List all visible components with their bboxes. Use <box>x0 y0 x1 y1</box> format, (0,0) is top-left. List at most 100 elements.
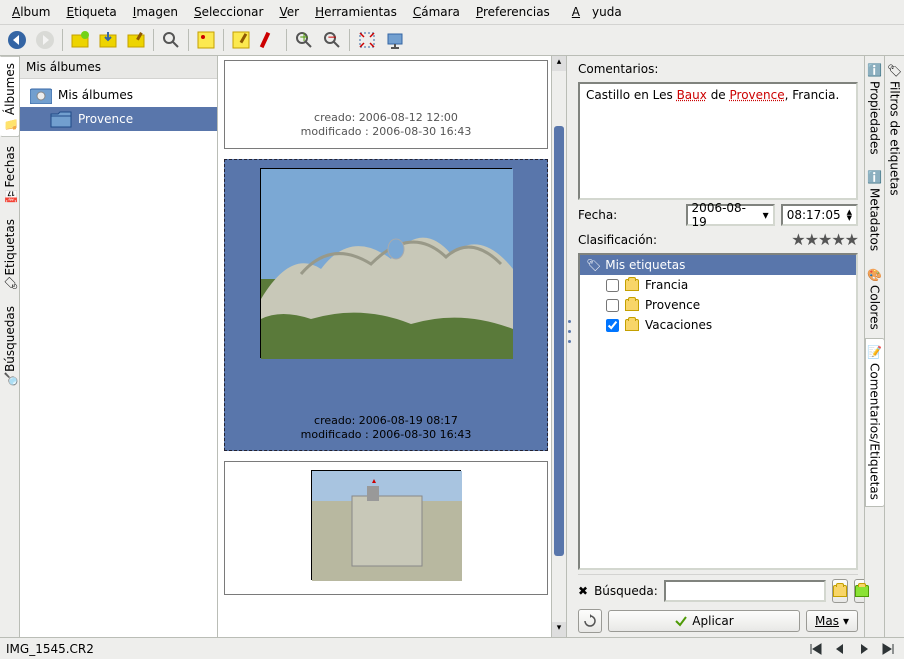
toolbar-separator <box>286 29 287 51</box>
tags-root[interactable]: 🏷 Mis etiquetas <box>580 255 856 275</box>
view-image-button[interactable] <box>193 27 219 53</box>
fullscreen-button[interactable] <box>354 27 380 53</box>
palette-icon: 🎨 <box>868 267 882 282</box>
comments-textarea[interactable]: Castillo en Les Baux de Provence, Franci… <box>578 82 858 200</box>
tag-item[interactable]: Francia <box>580 275 856 295</box>
tab-properties[interactable]: ℹ️Propiedades <box>865 56 885 161</box>
next-button[interactable] <box>854 640 874 658</box>
tag-item[interactable]: Provence <box>580 295 856 315</box>
red-eye-button[interactable] <box>256 27 282 53</box>
thumb-created: creado: 2006-08-19 08:17 <box>225 414 547 428</box>
thumb-modified: modificado : 2006-08-30 16:43 <box>225 125 547 139</box>
thumbnail-image <box>260 168 512 358</box>
tag-icon: 🏷 <box>888 63 902 78</box>
calendar-icon: 📅 <box>4 191 16 203</box>
menu-etiqueta[interactable]: Etiqueta <box>60 3 122 21</box>
thumbnail-view: creado: 2006-08-12 12:00 modificado : 20… <box>218 56 567 637</box>
scrollbar[interactable]: ▴ ▾ <box>551 56 566 637</box>
time-input[interactable]: 08:17:05▲▼ <box>781 204 858 226</box>
date-input[interactable]: 2006-08-19▾ <box>686 204 775 226</box>
import-button[interactable] <box>95 27 121 53</box>
menu-album[interactable]: Album <box>6 3 56 21</box>
edit-image-button[interactable] <box>228 27 254 53</box>
tags-tree: 🏷 Mis etiquetas Francia Provence Vacacio… <box>578 253 858 570</box>
toolbar-separator <box>188 29 189 51</box>
more-button[interactable]: Mas▾ <box>806 610 858 632</box>
scroll-thumb[interactable] <box>554 126 564 556</box>
tag-label: Vacaciones <box>645 318 712 332</box>
tab-dates[interactable]: 📅Fechas <box>0 139 20 209</box>
thumb-created: creado: 2006-08-12 12:00 <box>225 111 547 125</box>
nav-arrows <box>806 640 898 658</box>
tag-folder-icon <box>625 279 639 291</box>
tab-colors[interactable]: 🎨Colores <box>865 260 885 336</box>
scroll-up-button[interactable]: ▴ <box>552 56 566 71</box>
clear-search-icon[interactable]: ✖ <box>578 584 588 598</box>
zoom-in-button[interactable]: + <box>291 27 317 53</box>
tab-tags[interactable]: 🏷Etiquetas <box>0 212 20 298</box>
refresh-button[interactable] <box>578 609 602 633</box>
folder-icon <box>50 110 72 128</box>
tab-tag-filters[interactable]: 🏷Filtros de etiquetas <box>885 56 904 203</box>
menu-ver[interactable]: Ver <box>273 3 305 21</box>
album-tree-panel: Mis álbumes Mis álbumes Provence <box>20 56 218 637</box>
tag-checkbox[interactable] <box>606 319 619 332</box>
date-label: Fecha: <box>578 208 680 222</box>
search-button[interactable] <box>158 27 184 53</box>
albums-root-icon <box>30 86 52 104</box>
toolbar-separator <box>62 29 63 51</box>
menu-ayuda[interactable]: Ayuda <box>560 3 634 21</box>
rating-stars[interactable]: ★★★★★ <box>791 230 858 249</box>
back-button[interactable] <box>4 27 30 53</box>
statusbar: IMG_1545.CR2 <box>0 637 904 659</box>
info-icon: ℹ️ <box>868 170 882 185</box>
search-input[interactable] <box>664 580 826 602</box>
chevron-down-icon[interactable]: ▾ <box>763 208 769 222</box>
thumbnail-card[interactable]: creado: 2006-08-12 12:00 modificado : 20… <box>224 60 548 149</box>
thumbnail-card-selected[interactable]: creado: 2006-08-19 08:17 modificado : 20… <box>224 159 548 452</box>
tab-metadata[interactable]: ℹ️Metadatos <box>865 163 885 258</box>
apply-button[interactable]: Aplicar <box>608 610 800 632</box>
note-icon: 📝 <box>868 345 882 360</box>
edit-album-button[interactable] <box>123 27 149 53</box>
tag-item[interactable]: Vacaciones <box>580 315 856 335</box>
thumbnail-card[interactable] <box>224 461 548 595</box>
slideshow-button[interactable] <box>382 27 408 53</box>
menu-preferencias[interactable]: Preferencias <box>470 3 556 21</box>
main-area: 📁Álbumes 📅Fechas 🏷Etiquetas 🔍Búsquedas M… <box>0 56 904 637</box>
search-label: Búsqueda: <box>594 584 658 598</box>
left-sidebar-tabs: 📁Álbumes 📅Fechas 🏷Etiquetas 🔍Búsquedas <box>0 56 20 637</box>
scroll-down-button[interactable]: ▾ <box>552 622 566 637</box>
comments-label: Comentarios: <box>578 60 858 78</box>
tab-comments-tags[interactable]: 📝Comentarios/Etiquetas <box>865 338 885 507</box>
tag-label: Francia <box>645 278 688 292</box>
menu-camara[interactable]: Cámara <box>407 3 466 21</box>
new-album-button[interactable] <box>67 27 93 53</box>
tag-folder-icon <box>855 585 869 597</box>
prev-button[interactable] <box>830 640 850 658</box>
tree-root-label: Mis álbumes <box>58 88 133 102</box>
rating-label: Clasificación: <box>578 233 785 247</box>
tag-checkbox[interactable] <box>606 299 619 312</box>
time-spinner[interactable]: ▲▼ <box>847 209 852 221</box>
tab-searches[interactable]: 🔍Búsquedas <box>0 299 20 394</box>
info-icon: ℹ️ <box>868 63 882 78</box>
menu-herramientas[interactable]: Herramientas <box>309 3 403 21</box>
tab-albums[interactable]: 📁Álbumes <box>0 56 20 137</box>
forward-button[interactable] <box>32 27 58 53</box>
tree-root[interactable]: Mis álbumes <box>20 83 217 107</box>
last-button[interactable] <box>878 640 898 658</box>
tree-item-provence[interactable]: Provence <box>20 107 217 131</box>
tag-folder-icon <box>625 299 639 311</box>
assigned-tags-button[interactable] <box>832 579 848 603</box>
svg-text:−: − <box>327 30 337 44</box>
right-sidebar-tabs-a: ℹ️Propiedades ℹ️Metadatos 🎨Colores 📝Come… <box>864 56 884 637</box>
tag-checkbox[interactable] <box>606 279 619 292</box>
thumbnail-image <box>311 470 461 580</box>
menu-imagen[interactable]: Imagen <box>127 3 184 21</box>
folder-icon: 📁 <box>4 118 16 130</box>
right-sidebar-tabs-b: 🏷Filtros de etiquetas <box>884 56 904 637</box>
zoom-out-button[interactable]: − <box>319 27 345 53</box>
menu-seleccionar[interactable]: Seleccionar <box>188 3 270 21</box>
first-button[interactable] <box>806 640 826 658</box>
